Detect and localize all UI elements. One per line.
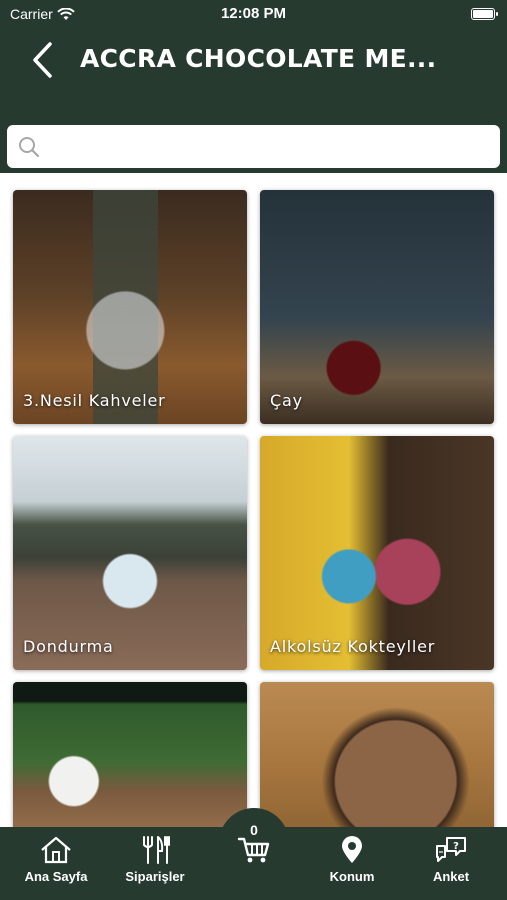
tab-survey-label: Anket [432,869,470,884]
category-label: Alkolsüz Kokteyller [270,637,436,656]
svg-text:?: ? [453,841,459,852]
top-header: Carrier 12:08 PM ACCRA CHOCOLATE ME... [0,0,507,173]
category-card-ice-cream[interactable]: Dondurma [13,436,247,670]
back-button[interactable] [24,40,60,80]
search-bar[interactable] [7,125,500,168]
category-grid: 3.Nesil Kahveler Çay Dondurma Alkolsüz K… [0,173,507,827]
category-label: 3.Nesil Kahveler [23,391,166,410]
chevron-left-icon [33,42,52,78]
cutlery-icon [143,836,170,864]
search-input[interactable] [49,137,489,156]
shopping-cart-icon [237,837,270,863]
tab-home[interactable]: Ana Sayfa [11,835,101,884]
tab-location[interactable]: Konum [307,835,397,884]
tab-orders[interactable]: Siparişler [110,835,200,884]
page-title: ACCRA CHOCOLATE ME... [80,44,437,73]
status-bar: Carrier 12:08 PM [0,0,507,28]
category-label: Dondurma [23,637,114,656]
category-card-tea[interactable]: Çay [260,190,494,424]
tab-home-label: Ana Sayfa [24,869,88,884]
survey-chat-icon: ? [436,837,466,862]
home-icon [41,836,71,864]
tab-orders-label: Siparişler [125,869,185,884]
category-card-breakfast[interactable] [13,682,247,827]
category-label: Çay [270,391,303,410]
category-card-hot-chocolate[interactable] [260,682,494,827]
status-time: 12:08 PM [220,5,287,22]
battery-icon [471,8,498,20]
search-icon [19,136,40,157]
tab-survey[interactable]: ? Anket [406,835,496,884]
location-pin-icon [342,836,362,863]
cart-button[interactable]: 0 [219,808,289,878]
tab-location-label: Konum [329,869,375,884]
category-card-coffee[interactable]: 3.Nesil Kahveler [13,190,247,424]
category-card-mocktails[interactable]: Alkolsüz Kokteyller [260,436,494,670]
